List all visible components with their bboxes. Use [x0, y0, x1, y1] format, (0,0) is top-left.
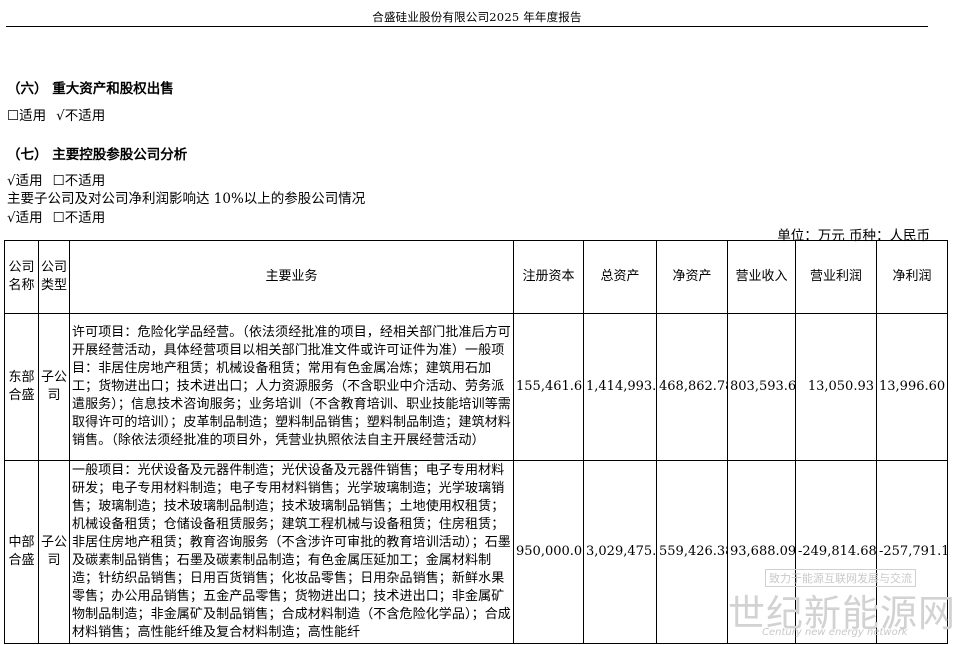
section7-option-not-applicable: ☐不适用	[52, 173, 106, 189]
section7-option-applicable: √适用	[7, 173, 43, 189]
row-main-business: 许可项目：危险化学品经营。（依法须经批准的项目，经相关部门批准后方可开展经营活动…	[69, 313, 514, 461]
row-total-assets: 1,414,993.22	[583, 313, 657, 461]
row-company-name: 中部合盛	[4, 460, 39, 644]
row-registered-capital: 155,461.63	[513, 313, 584, 461]
table-row: 东部合盛 子公司 许可项目：危险化学品经营。（依法须经批准的项目，经相关部门批准…	[4, 313, 948, 461]
section6-options: ☐适用 √不适用	[7, 104, 115, 124]
section7-options-2: √适用 ☐不适用	[7, 206, 115, 226]
row-net-profit: 13,996.60	[876, 313, 948, 461]
report-header-title: 合盛硅业股份有限公司2025 年年度报告	[372, 10, 582, 24]
header-total-assets: 总资产	[583, 240, 657, 314]
section6-title: （六） 重大资产和股权出售	[7, 81, 174, 97]
table-header-row: 公司名称 公司类型 主要业务 注册资本 总资产 净资产 营业收入 营业利润 净利…	[4, 240, 948, 314]
row-net-assets: 468,862.78	[656, 313, 728, 461]
section6-option-applicable: ☐适用	[7, 108, 47, 124]
header-operating-profit: 营业利润	[795, 240, 877, 314]
row-revenue: 803,593.62	[727, 313, 796, 461]
row-company-type: 子公司	[38, 460, 70, 644]
header-main-business: 主要业务	[69, 240, 514, 314]
row-registered-capital: 950,000.00	[513, 460, 584, 644]
row-operating-profit: 13,050.93	[795, 313, 877, 461]
row-main-business: 一般项目：光伏设备及元器件制造；光伏设备及元器件销售；电子专用材料研发；电子专用…	[69, 460, 514, 644]
section7-description: 主要子公司及对公司净利润影响达 10%以上的参股公司情况	[7, 191, 366, 207]
header-company-type: 公司类型	[38, 240, 70, 314]
header-registered-capital: 注册资本	[513, 240, 584, 314]
row-net-assets: 559,426.38	[656, 460, 728, 644]
section7-title: （七） 主要控股参股公司分析	[7, 147, 188, 163]
row-total-assets: 3,029,475.21	[583, 460, 657, 644]
header-divider	[6, 26, 928, 27]
row-company-name: 东部合盛	[4, 313, 39, 461]
section6-option-not-applicable: √不适用	[56, 108, 106, 124]
header-net-profit: 净利润	[876, 240, 948, 314]
section7-options: √适用 ☐不适用	[7, 169, 115, 189]
header-company-name: 公司名称	[4, 240, 39, 314]
section7-option2-applicable: √适用	[7, 210, 43, 226]
header-net-assets: 净资产	[656, 240, 728, 314]
row-company-type: 子公司	[38, 313, 70, 461]
watermark-english-text: Century new energy network	[762, 627, 908, 638]
section7-option2-not-applicable: ☐不适用	[52, 210, 106, 226]
header-revenue: 营业收入	[727, 240, 796, 314]
